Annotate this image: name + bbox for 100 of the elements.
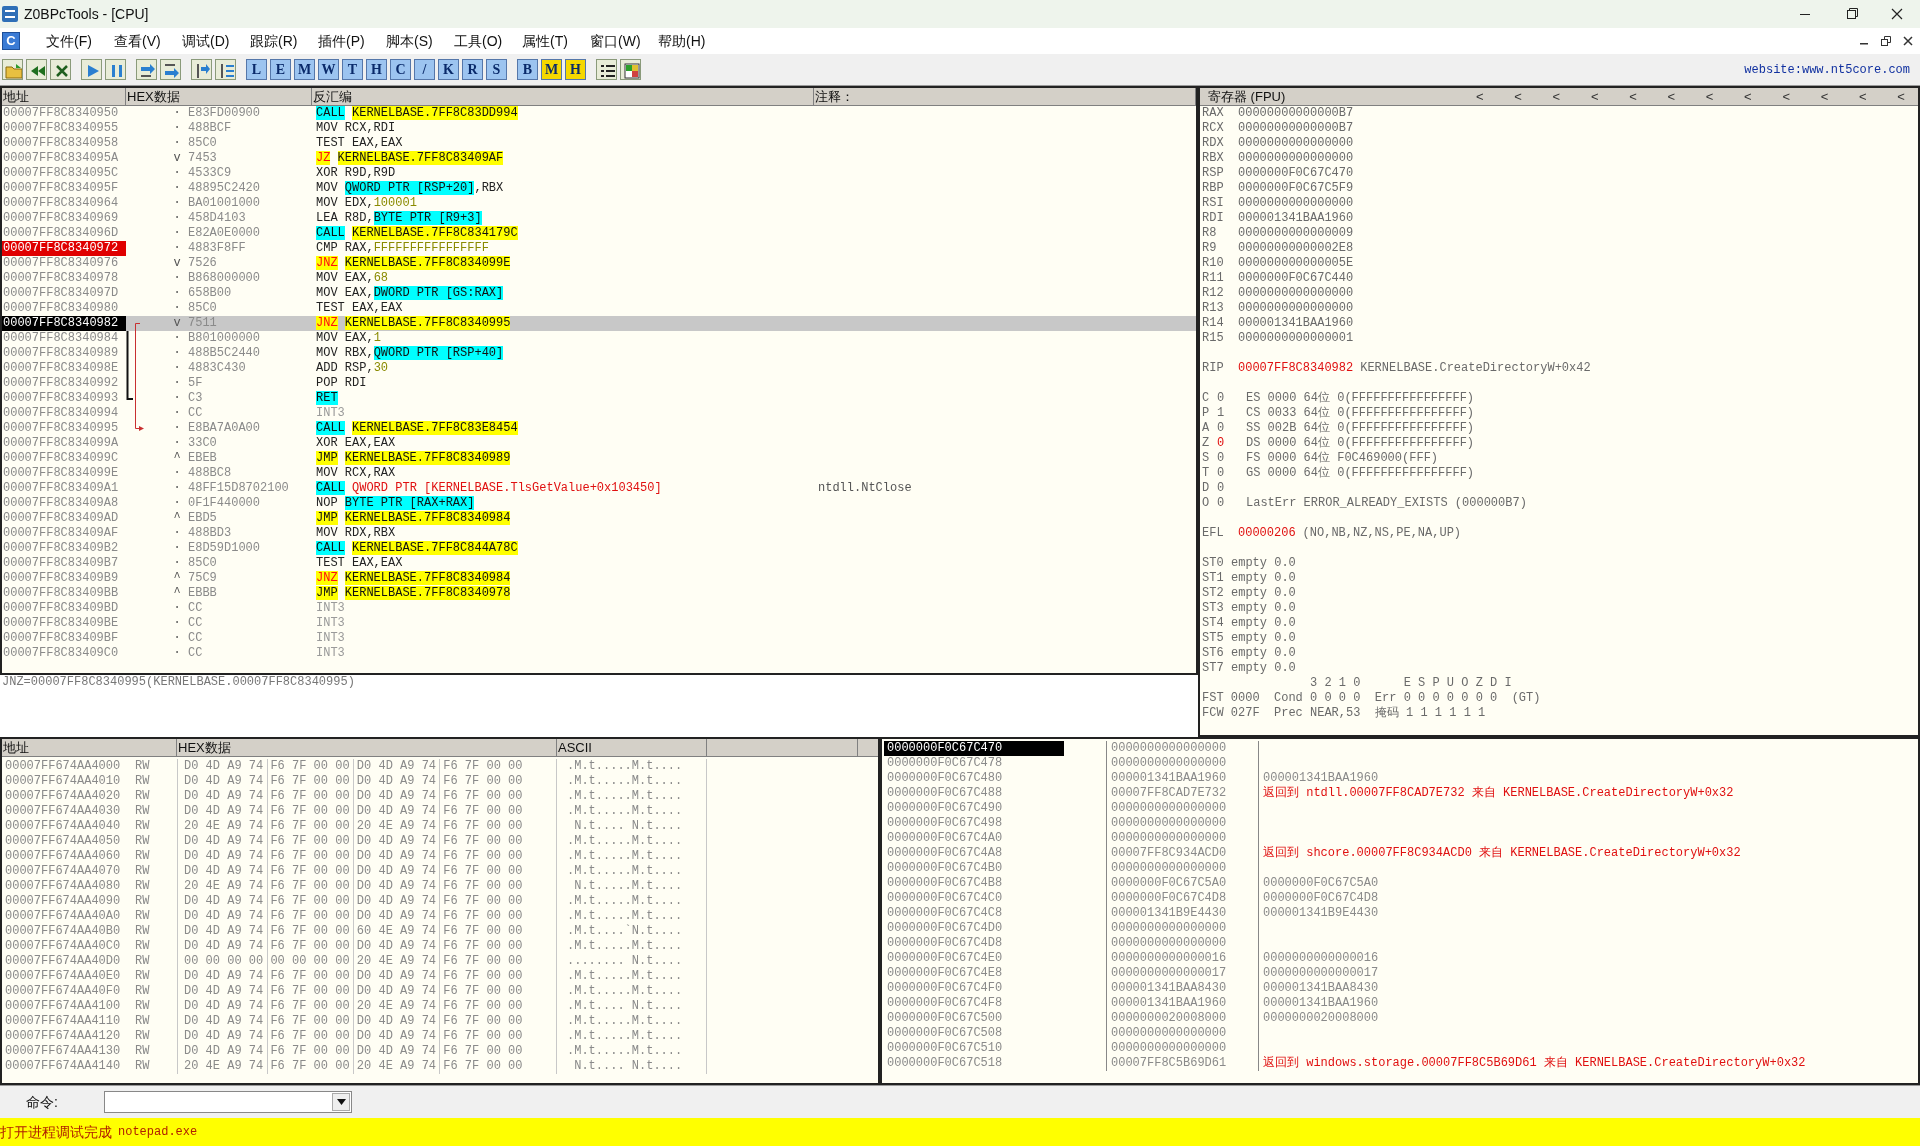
menu-item[interactable]: 文件(F) <box>46 30 114 52</box>
access-cell: RW <box>135 1044 150 1059</box>
toolbar-button[interactable] <box>596 59 617 80</box>
toolbar-button[interactable]: M <box>541 59 562 80</box>
menu-item[interactable]: 属性(T) <box>522 30 590 52</box>
toolbar-button[interactable]: H <box>565 59 586 80</box>
hex-cell: EBBB <box>188 586 217 601</box>
toolbar-button[interactable] <box>50 59 71 80</box>
comment-text: 000001341BAA1960 <box>1263 996 1379 1010</box>
comment-text: 0000000000000016 <box>1263 951 1379 965</box>
command-field[interactable] <box>104 1091 352 1113</box>
website-link[interactable]: website:www.nt5core.com <box>1744 60 1920 79</box>
menu-item[interactable]: 脚本(S) <box>386 30 454 52</box>
column-header[interactable]: 注释： <box>814 88 1196 105</box>
branch-marker: · <box>172 481 182 496</box>
nav-button[interactable]: < <box>1855 88 1870 107</box>
nav-button[interactable]: < <box>1473 88 1487 107</box>
segment-info: LastErr ERROR_ALREADY_EXISTS (000000B7) <box>1246 496 1527 511</box>
close-icon[interactable] <box>1902 35 1914 47</box>
nav-button[interactable]: < <box>1817 88 1832 107</box>
hex-cell: D0 4D A9 74 F6 7F 00 00 D0 4D A9 74 F6 7F 00 00 <box>184 1044 523 1058</box>
system-menu-button[interactable]: C <box>2 32 20 50</box>
menu-item[interactable]: 调试(D) <box>182 30 250 52</box>
access-cell: RW <box>135 969 150 984</box>
panel-title: 寄存器 (FPU) <box>1208 88 1287 106</box>
toolbar-button[interactable]: T <box>342 59 363 80</box>
menu-item[interactable]: 插件(P) <box>318 30 386 52</box>
menu-item[interactable]: 帮助(H) <box>658 30 726 52</box>
toolbar-button[interactable]: C <box>390 59 411 80</box>
menu-item[interactable]: 窗口(W) <box>590 30 658 52</box>
flag-name: A <box>1202 421 1211 436</box>
toolbar-button[interactable]: S <box>486 59 507 80</box>
toolbar-button[interactable]: L <box>246 59 267 80</box>
toolbar-button[interactable] <box>160 59 181 80</box>
ascii-cell: .M.t.....M.t.... <box>567 804 683 818</box>
toolbar-button[interactable]: E <box>270 59 291 80</box>
ascii-cell-text: N.t.....M.t.... <box>573 879 683 893</box>
nav-button[interactable]: < <box>1549 88 1564 107</box>
register-name: ST0 <box>1202 556 1225 571</box>
address-cell-text: 00007FF8C83409AF <box>2 526 120 541</box>
register-name: ST5 <box>1202 631 1225 646</box>
column-header[interactable]: ASCII <box>557 739 707 756</box>
address-cell: 0000000F0C67C470 <box>884 741 1064 756</box>
address-cell-text: 00007FF8C834095C <box>2 166 120 181</box>
toolbar-button[interactable]: H <box>366 59 387 80</box>
address-cell-text: 00007FF674AA4080 <box>5 879 122 894</box>
nav-button[interactable]: < <box>1741 88 1755 107</box>
hex-cell: D0 4D A9 74 F6 7F 00 00 D0 4D A9 74 F6 7F 00 00 <box>184 834 523 848</box>
address-cell-text: 0000000F0C67C4F8 <box>886 996 1004 1011</box>
register-name: ST1 <box>1202 571 1225 586</box>
nav-button[interactable]: < <box>1779 88 1793 107</box>
toolbar-button[interactable]: W <box>318 59 339 80</box>
menu-item[interactable]: 查看(V) <box>114 30 182 52</box>
column-header[interactable]: 反汇编 <box>312 88 814 105</box>
restore-icon[interactable] <box>1880 35 1892 47</box>
address-cell-text: 00007FF674AA40B0 <box>5 924 122 939</box>
branch-marker: · <box>172 241 182 256</box>
flag-name: P <box>1202 406 1211 421</box>
register-name: ST7 <box>1202 661 1225 676</box>
toolbar-button[interactable] <box>136 59 157 80</box>
branch-marker: · <box>172 466 182 481</box>
access-cell: RW <box>135 774 150 789</box>
address-cell-text: 0000000F0C67C4A0 <box>886 831 1004 846</box>
instruction-cell-text: JNZ KERNELBASE.7FF8C8340984 <box>315 571 512 586</box>
nav-button[interactable]: < <box>1587 88 1602 107</box>
access-cell: RW <box>135 999 150 1014</box>
register-name: ST3 <box>1202 601 1225 616</box>
hex-cell: CC <box>188 616 203 631</box>
nav-button[interactable]: < <box>1626 88 1640 107</box>
info-line: JNZ=00007FF8C8340995(KERNELBASE.00007FF8C8340995) <box>2 675 355 689</box>
column-header[interactable]: 地址 <box>2 88 126 105</box>
menu-item[interactable]: 工具(O) <box>454 30 522 52</box>
nav-button[interactable]: < <box>1702 88 1717 107</box>
hex-cell: D0 4D A9 74 F6 7F 00 00 D0 4D A9 74 F6 7F 00 00 <box>184 759 523 773</box>
instruction-cell-text: LEA R8D,BYTE PTR [R9+3] <box>315 211 483 226</box>
nav-button[interactable]: < <box>1894 88 1908 107</box>
toolbar-button[interactable] <box>215 59 236 80</box>
register-value: empty 0.0 <box>1231 631 1296 646</box>
instruction-cell-text: JNZ KERNELBASE.7FF8C8340995 <box>315 316 512 331</box>
column-header[interactable]: HEX数据 <box>177 739 557 756</box>
toolbar-button[interactable]: / <box>414 59 435 80</box>
nav-button[interactable]: < <box>1511 88 1525 107</box>
address-cell-text: 00007FF8C8340989 <box>2 346 120 361</box>
hex-cell: 458D4103 <box>188 211 246 226</box>
instruction-cell-text: MOV RCX,RAX <box>315 466 397 481</box>
status-detail: notepad.exe <box>118 1124 198 1141</box>
column-header[interactable]: 地址 <box>2 739 177 756</box>
flag-name: D <box>1202 481 1211 496</box>
toolbar-button[interactable]: K <box>438 59 459 80</box>
column-header[interactable]: HEX数据 <box>126 88 312 105</box>
menu-item[interactable]: 跟踪(R) <box>250 30 318 52</box>
app-icon <box>2 6 18 22</box>
nav-button[interactable]: < <box>1664 88 1679 107</box>
instruction-cell-text: MOV QWORD PTR [RSP+20],RBX <box>315 181 505 196</box>
toolbar-button[interactable] <box>191 59 212 80</box>
flag-value: 0 <box>1217 481 1226 496</box>
toolbar-button[interactable]: B <box>517 59 538 80</box>
toolbar-button[interactable]: M <box>294 59 315 80</box>
hex-cell: 85C0 <box>188 556 217 571</box>
toolbar-button[interactable]: R <box>462 59 483 80</box>
